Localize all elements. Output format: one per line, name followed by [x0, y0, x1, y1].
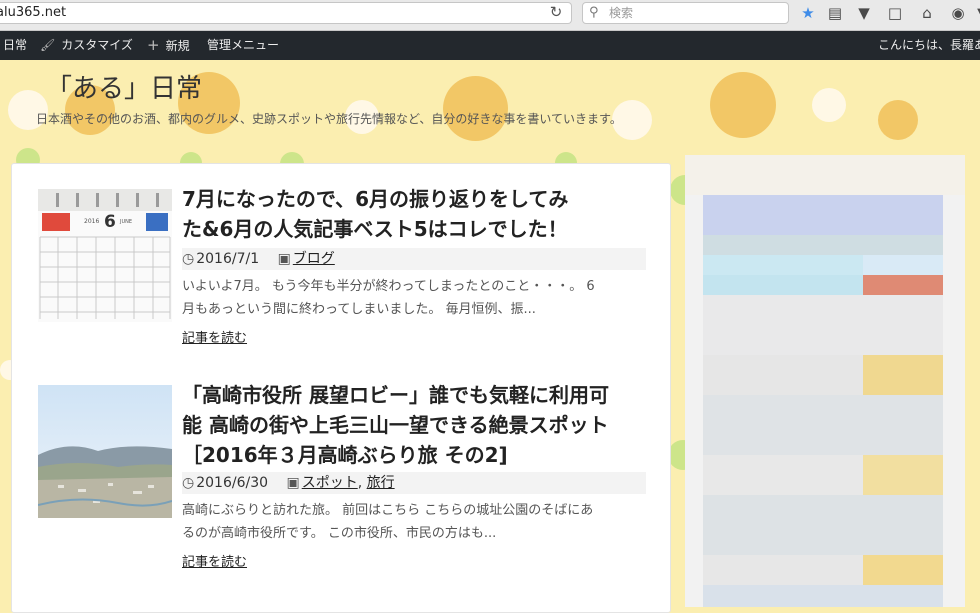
- pixel-block: [703, 585, 943, 607]
- pixel-block: [703, 295, 943, 355]
- polka-dot: [812, 88, 846, 122]
- excerpt-line: いよいよ7月。 もう今年も半分が終わってしまったとのこと・・・。 6: [182, 279, 595, 294]
- pixel-block: [863, 275, 943, 295]
- chevron-down-icon[interactable]: ▼: [970, 3, 980, 23]
- pixel-block: [703, 235, 943, 255]
- calendar-month-name: JUNE: [119, 219, 132, 225]
- url-bar[interactable]: alu365.net: [0, 2, 572, 24]
- post-thumbnail-calendar[interactable]: 2016 6 JUNE: [38, 189, 172, 322]
- folder-icon: ▣: [277, 251, 291, 267]
- post-excerpt: いよいよ7月。 もう今年も半分が終わってしまったとのこと・・・。 6 月もあっと…: [182, 275, 644, 321]
- post-title[interactable]: 7月になったので、6月の振り返りをしてみ た&6月の人気記事ベスト5はコレでした…: [182, 184, 652, 244]
- bookmark-star-icon[interactable]: ★: [797, 3, 819, 23]
- site-description: 日本酒やその他のお酒、都内のグルメ、史跡スポットや旅行先情報など、自分の好きな事…: [36, 112, 622, 126]
- pixel-block: [863, 255, 943, 275]
- plus-icon: +: [147, 36, 160, 54]
- post-thumbnail-landscape[interactable]: [38, 385, 172, 518]
- clock-icon: ◷: [182, 251, 195, 267]
- read-more-link[interactable]: 記事を読む: [182, 551, 247, 570]
- admin-bar: 日常 🖌 カスタマイズ + 新規 管理メニュー こんにちは、長羅あ: [0, 31, 980, 60]
- pixel-block: [703, 555, 863, 585]
- pixel-block: [703, 455, 863, 495]
- category-link[interactable]: スポット: [302, 475, 358, 491]
- admin-menu-link[interactable]: 管理メニュー: [207, 31, 279, 60]
- url-text: alu365.net: [0, 5, 67, 20]
- calendar-image: 2016 6 JUNE: [38, 189, 172, 322]
- pixel-block: [863, 455, 943, 495]
- pixel-block: [863, 355, 943, 395]
- pixel-block: [703, 195, 943, 235]
- admin-greeting[interactable]: こんにちは、長羅あ: [878, 31, 980, 60]
- search-icon: ⚲: [589, 5, 599, 20]
- pixel-block: [863, 555, 943, 585]
- polka-dot: [710, 72, 776, 138]
- post-title-line: ［2016年３月高崎ぶらり旅 その2]: [182, 443, 508, 467]
- home-icon[interactable]: ⌂: [916, 3, 938, 23]
- pixel-block: [703, 255, 863, 275]
- polka-dot: [443, 76, 508, 141]
- post-meta: ◷ 2016/6/30 ▣ スポット, 旅行: [182, 472, 646, 494]
- excerpt-line: 高崎にぶらりと訪れた旅。 前回はこちら こちらの城址公園のそばにあ: [182, 503, 594, 518]
- post-title-line: 7月になったので、6月の振り返りをしてみ: [182, 187, 569, 211]
- post-meta: ◷ 2016/7/1 ▣ ブログ: [182, 248, 646, 270]
- category-link[interactable]: 旅行: [367, 475, 395, 491]
- search-input[interactable]: ⚲ 検索: [582, 2, 789, 24]
- admin-customize-link[interactable]: 🖌 カスタマイズ: [40, 31, 133, 60]
- read-more-link[interactable]: 記事を読む: [182, 327, 247, 346]
- admin-new-link[interactable]: + 新規: [147, 31, 190, 61]
- camera-icon[interactable]: ◉: [947, 3, 969, 23]
- folder-icon: ▣: [286, 475, 300, 491]
- polka-dot: [878, 100, 918, 140]
- category-link[interactable]: ブログ: [293, 251, 335, 267]
- new-label: 新規: [165, 39, 190, 53]
- pixel-block: [703, 275, 863, 295]
- site-title[interactable]: 「ある」日常: [46, 68, 202, 105]
- post-list: 2016 6 JUNE 7月になったので、6月の振り返りをしてみ た&6月の人気…: [11, 163, 671, 613]
- pixel-block: [703, 495, 943, 555]
- landscape-image: [38, 385, 172, 518]
- reload-icon[interactable]: ↻: [546, 2, 566, 22]
- pixel-block: [703, 355, 863, 395]
- customize-label: カスタマイズ: [61, 38, 133, 52]
- calendar-year: 2016: [84, 218, 99, 225]
- excerpt-line: るのが高崎市役所です。 この市役所、市民の方はも...: [182, 526, 497, 541]
- post-date: 2016/6/30: [196, 475, 269, 491]
- brush-icon: 🖌: [40, 38, 56, 52]
- browser-toolbar: alu365.net ↻ ⚲ 検索 ★ ▤ ▼ □ ⌂ ◉ ▼: [0, 0, 980, 31]
- excerpt-line: 月もあっという間に終わってしまいました。 毎月恒例、振...: [182, 302, 536, 317]
- calendar-month-number: 6: [104, 212, 116, 232]
- admin-site-name[interactable]: 日常: [3, 31, 27, 60]
- pocket-icon[interactable]: ▼: [853, 3, 875, 23]
- reading-list-icon[interactable]: ▤: [824, 3, 846, 23]
- post-title[interactable]: 「高崎市役所 展望ロビー」誰でも気軽に利用可 能 高崎の街や上毛三山一望できる絶…: [182, 380, 652, 470]
- post-title-line: た&6月の人気記事ベスト5はコレでした！: [182, 217, 568, 241]
- pixel-block: [685, 155, 965, 195]
- search-placeholder: 検索: [609, 6, 634, 20]
- post-title-line: 「高崎市役所 展望ロビー」誰でも気軽に利用可: [182, 383, 609, 407]
- sidebar-pixelated: [685, 155, 965, 607]
- post-excerpt: 高崎にぶらりと訪れた旅。 前回はこちら こちらの城址公園のそばにあ るのが高崎市…: [182, 499, 644, 545]
- category-separator: ,: [357, 475, 363, 491]
- clock-icon: ◷: [182, 475, 195, 491]
- pixel-block: [703, 395, 943, 455]
- post-title-line: 能 高崎の街や上毛三山一望できる絶景スポット: [182, 413, 609, 437]
- post-date: 2016/7/1: [196, 251, 260, 267]
- window-icon[interactable]: □: [884, 3, 906, 23]
